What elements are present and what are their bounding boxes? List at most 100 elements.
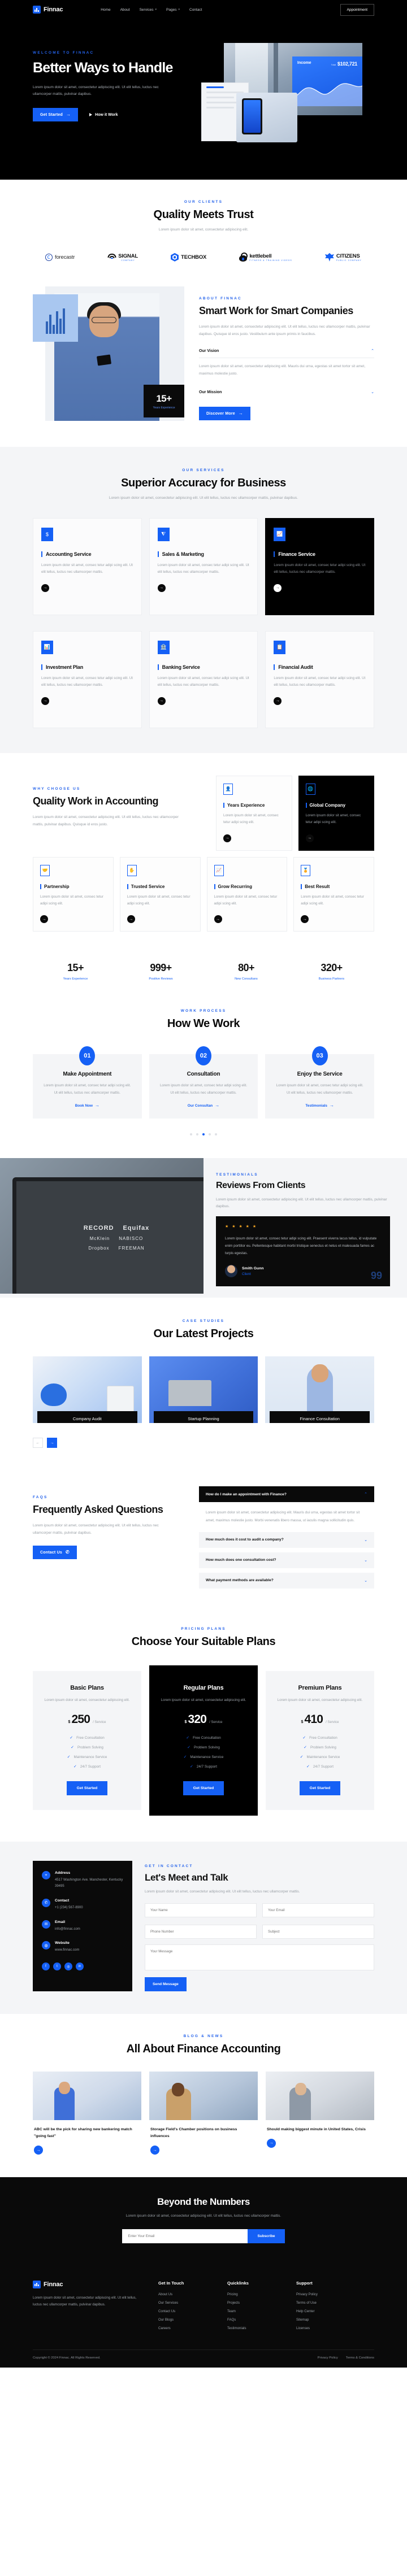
blog-card-3[interactable]: Should making biggest minute in United S…	[266, 2071, 374, 2155]
why-card-best-result[interactable]: 🏅 Best Result Lorem ipsum dolor sit amet…	[293, 856, 374, 932]
name-field[interactable]	[145, 1903, 257, 1917]
nav-item-about[interactable]: About	[120, 8, 130, 12]
arrow-right-icon[interactable]: →	[157, 697, 166, 705]
message-field[interactable]	[145, 1944, 374, 1970]
arrow-right-icon[interactable]: →	[34, 2146, 43, 2155]
arrow-right-icon[interactable]: →	[301, 915, 309, 924]
why-card-grow-recurring[interactable]: 📈 Grow Recurring Lorem ipsum dolor sit a…	[206, 856, 288, 932]
arrow-right-icon[interactable]: →	[305, 834, 314, 842]
arrow-right-icon[interactable]: →	[274, 584, 282, 592]
contact-us-button[interactable]: Contact Us ✆	[33, 1546, 77, 1560]
brand-logo[interactable]: Finnac	[33, 6, 63, 14]
service-card-accounting[interactable]: $ Accounting Service Lorem ipsum dolor s…	[33, 517, 142, 615]
arrow-right-icon[interactable]: →	[274, 697, 282, 705]
testimonials-link[interactable]: Testimonials →	[305, 1103, 334, 1108]
get-started-button-regular[interactable]: Get Started	[183, 1781, 224, 1796]
faq-item-payment-methods[interactable]: What payment methods are available? ⌄	[199, 1572, 374, 1589]
instagram-icon[interactable]: ◎	[64, 1963, 72, 1971]
blog-card-1[interactable]: ABC will be the pick for sharing new ban…	[33, 2071, 141, 2155]
newsletter-email-input[interactable]	[122, 2229, 248, 2243]
how-it-works-button[interactable]: How it Work	[89, 113, 118, 117]
footer-link[interactable]: FAQs	[227, 2318, 282, 2322]
discover-more-button[interactable]: Discover More →	[199, 407, 251, 421]
project-card-finance-consultation[interactable]: Finance Consultation	[265, 1356, 374, 1424]
faq-item-appointment[interactable]: How do I make an appointment with Financ…	[199, 1486, 374, 1503]
carousel-dot[interactable]	[209, 1133, 211, 1135]
why-card-partnership[interactable]: 🤝 Partnership Lorem ipsum dolor sit amet…	[33, 856, 114, 932]
nav-item-pages[interactable]: Pages ▾	[166, 8, 180, 12]
arrow-right-icon[interactable]: →	[157, 584, 166, 592]
facebook-icon[interactable]: f	[42, 1963, 50, 1971]
service-card-sales-marketing[interactable]: ⧨ Sales & Marketing Lorem ipsum dolor si…	[149, 517, 258, 615]
why-card-trusted-service[interactable]: ✋ Trusted Service Lorem ipsum dolor sit …	[119, 856, 201, 932]
accordion-item-mission[interactable]: Our Mission ⌄	[199, 385, 374, 399]
appointment-button[interactable]: Appointment	[340, 3, 374, 16]
get-started-button[interactable]: Get Started →	[33, 108, 79, 122]
projects-title: Our Latest Projects	[153, 1328, 254, 1341]
arrow-right-icon[interactable]: →	[223, 834, 231, 842]
carousel-dot[interactable]	[215, 1133, 217, 1135]
phone-field[interactable]	[145, 1924, 257, 1939]
footer-link[interactable]: Privacy Policy	[296, 2292, 350, 2296]
arrow-right-icon[interactable]: →	[40, 915, 48, 924]
service-card-financial-audit[interactable]: 📋 Financial Audit Lorem ipsum dolor sit …	[265, 630, 374, 728]
why-card-years-experience[interactable]: 👤 Years Experience Lorem ipsum dolor sit…	[216, 775, 292, 851]
footer-link[interactable]: Careers	[158, 2326, 213, 2330]
footer-link[interactable]: Licenses	[296, 2326, 350, 2330]
send-message-button[interactable]: Send Message	[145, 1977, 187, 1991]
footer-link[interactable]: Terms of Use	[296, 2301, 350, 2305]
terms-conditions-link[interactable]: Terms & Conditions	[346, 2356, 374, 2360]
subscribe-button[interactable]: Subscribe	[247, 2229, 285, 2243]
linkedin-icon[interactable]: in	[76, 1963, 84, 1971]
arrow-right-icon[interactable]: →	[214, 915, 222, 924]
footer-link[interactable]: About Us	[158, 2292, 213, 2296]
footer-link[interactable]: Our Services	[158, 2301, 213, 2305]
footer-link[interactable]: Team	[227, 2309, 282, 2313]
our-consultan-link[interactable]: Our Consultan →	[188, 1103, 219, 1108]
footer-link[interactable]: Our Blogs	[158, 2318, 213, 2322]
footer-link[interactable]: Help Center	[296, 2309, 350, 2313]
accordion-item-vision[interactable]: Our Vision ⌃	[199, 343, 374, 359]
service-text: Lorem ipsum dolor sit amet, consec tetur…	[274, 563, 366, 575]
globe-icon: ◍	[42, 1941, 50, 1950]
service-card-finance[interactable]: 📈 Finance Service Lorem ipsum dolor sit …	[265, 517, 374, 615]
book-now-link[interactable]: Book Now →	[75, 1103, 99, 1108]
footer-logo[interactable]: Finnac	[33, 2280, 144, 2288]
service-card-investment[interactable]: 📊 Investment Plan Lorem ipsum dolor sit …	[33, 630, 142, 728]
arrow-right-icon[interactable]: →	[41, 697, 49, 705]
arrow-right-icon[interactable]: →	[150, 2146, 159, 2155]
arrow-right-icon[interactable]: →	[127, 915, 135, 924]
blog-card-2[interactable]: Storage Field's Chamber positions on bus…	[149, 2071, 258, 2155]
privacy-policy-link[interactable]: Privacy Policy	[318, 2356, 338, 2360]
footer-link[interactable]: Projects	[227, 2301, 282, 2305]
service-title: Investment Plan	[41, 664, 133, 670]
why-card-global-company[interactable]: 🌐 Global Company Lorem ipsum dolor sit a…	[298, 775, 374, 851]
project-card-company-audit[interactable]: Company Audit	[33, 1356, 142, 1424]
footer-column-get-in-touch: Get In Touch About Us Our Services Conta…	[158, 2281, 213, 2335]
arrow-right-icon[interactable]: →	[41, 584, 49, 592]
footer-link[interactable]: Testimonials	[227, 2326, 282, 2330]
next-arrow-icon[interactable]: →	[47, 1438, 57, 1448]
footer-link[interactable]: Contact Us	[158, 2309, 213, 2313]
subject-field[interactable]	[262, 1924, 374, 1939]
email-field[interactable]	[262, 1903, 374, 1917]
nav-item-contact[interactable]: Contact	[189, 8, 202, 12]
project-card-startup-planning[interactable]: Startup Planning	[149, 1356, 258, 1424]
prev-arrow-icon[interactable]: ←	[33, 1438, 43, 1448]
carousel-dot[interactable]	[190, 1133, 192, 1135]
nav-item-home[interactable]: Home	[101, 8, 110, 12]
twitter-icon[interactable]: t	[53, 1963, 61, 1971]
faq-item-consultation-cost[interactable]: How much does one consultation cost? ⌄	[199, 1552, 374, 1568]
faq-item-audit-cost[interactable]: How much does it cost to audit a company…	[199, 1531, 374, 1548]
chart-up-icon: 📈	[274, 527, 286, 541]
get-started-button-premium[interactable]: Get Started	[299, 1781, 341, 1796]
about-paragraph: Lorem ipsum dolor sit amet, consectetur …	[199, 324, 370, 336]
footer-link[interactable]: Sitemap	[296, 2318, 350, 2322]
carousel-dot[interactable]	[196, 1133, 198, 1135]
get-started-button-basic[interactable]: Get Started	[66, 1781, 108, 1796]
service-card-banking[interactable]: 🏦 Banking Service Lorem ipsum dolor sit …	[149, 630, 258, 728]
carousel-dot-active[interactable]	[202, 1133, 205, 1135]
nav-item-services[interactable]: Services ▾	[140, 8, 157, 12]
arrow-right-icon[interactable]: →	[267, 2138, 276, 2148]
footer-link[interactable]: Pricing	[227, 2292, 282, 2296]
